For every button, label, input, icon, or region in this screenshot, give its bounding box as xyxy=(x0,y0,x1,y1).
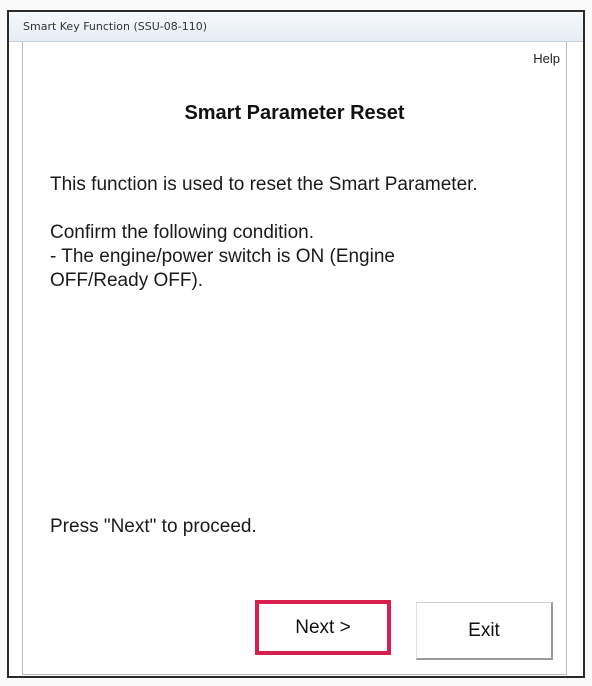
condition-line-2: OFF/Ready OFF). xyxy=(50,270,204,291)
window-title: Smart Key Function (SSU-08-110) xyxy=(23,20,208,33)
function-description: This function is used to reset the Smart… xyxy=(50,174,478,195)
exit-button[interactable]: Exit xyxy=(416,602,553,660)
condition-intro: Confirm the following condition. xyxy=(50,222,315,243)
dialog-content: Help Smart Parameter Reset This function… xyxy=(22,42,567,675)
condition-line-1: - The engine/power switch is ON (Engine xyxy=(50,246,395,267)
dialog-window: Smart Key Function (SSU-08-110) Help Sma… xyxy=(7,10,585,678)
title-bar[interactable]: Smart Key Function (SSU-08-110) xyxy=(9,12,583,42)
page-title: Smart Parameter Reset xyxy=(184,102,405,124)
help-link[interactable]: Help xyxy=(533,51,560,66)
next-button[interactable]: Next > xyxy=(255,600,391,655)
screenshot-page: Smart Key Function (SSU-08-110) Help Sma… xyxy=(0,0,592,686)
proceed-instruction: Press "Next" to proceed. xyxy=(50,516,257,537)
